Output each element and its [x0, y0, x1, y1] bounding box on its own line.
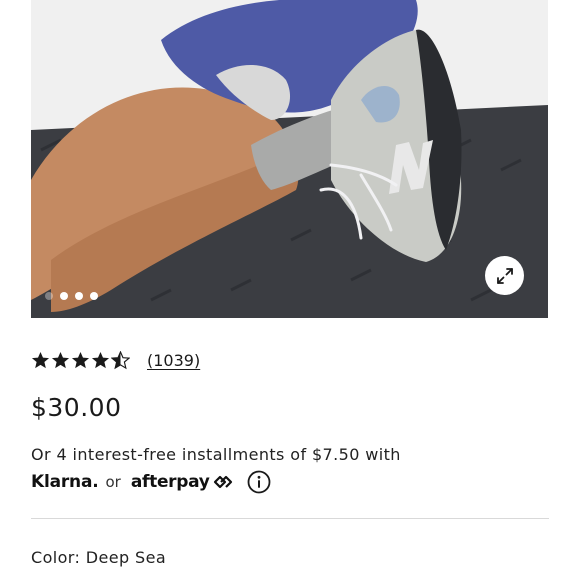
carousel-dot[interactable]	[75, 292, 83, 300]
star-half-icon	[111, 350, 130, 369]
star-full-icon	[31, 351, 50, 368]
carousel-dot[interactable]	[90, 292, 98, 300]
expand-image-button[interactable]	[485, 256, 524, 295]
rating-row: (1039)	[31, 347, 200, 373]
afterpay-arrows-icon	[213, 475, 232, 489]
star-full-icon	[51, 351, 70, 368]
review-count-link[interactable]: (1039)	[147, 351, 200, 370]
afterpay-logo[interactable]: afterpay	[131, 472, 234, 492]
product-image-gallery[interactable]	[31, 0, 548, 318]
info-icon	[247, 470, 270, 494]
carousel-dot[interactable]	[45, 292, 53, 300]
star-full-icon	[91, 351, 110, 368]
star-rating	[31, 350, 130, 370]
color-value: Deep Sea	[85, 548, 167, 567]
or-label: or	[105, 473, 121, 491]
payment-info-button[interactable]	[247, 470, 271, 494]
payment-options-row: Klarna. or afterpay	[31, 468, 271, 496]
product-price: $30.00	[31, 393, 122, 422]
section-divider	[31, 518, 549, 519]
installments-text: Or 4 interest-free installments of $7.50…	[31, 445, 401, 464]
color-label: Color:	[31, 548, 81, 567]
klarna-logo[interactable]: Klarna.	[31, 472, 99, 492]
expand-arrows-icon	[496, 267, 513, 284]
carousel-dot-active[interactable]	[60, 292, 68, 300]
product-photo	[31, 0, 548, 318]
carousel-dots	[45, 291, 98, 301]
star-full-icon	[71, 351, 90, 368]
selected-color: Color: Deep Sea	[31, 548, 166, 567]
afterpay-label: afterpay	[130, 472, 210, 492]
